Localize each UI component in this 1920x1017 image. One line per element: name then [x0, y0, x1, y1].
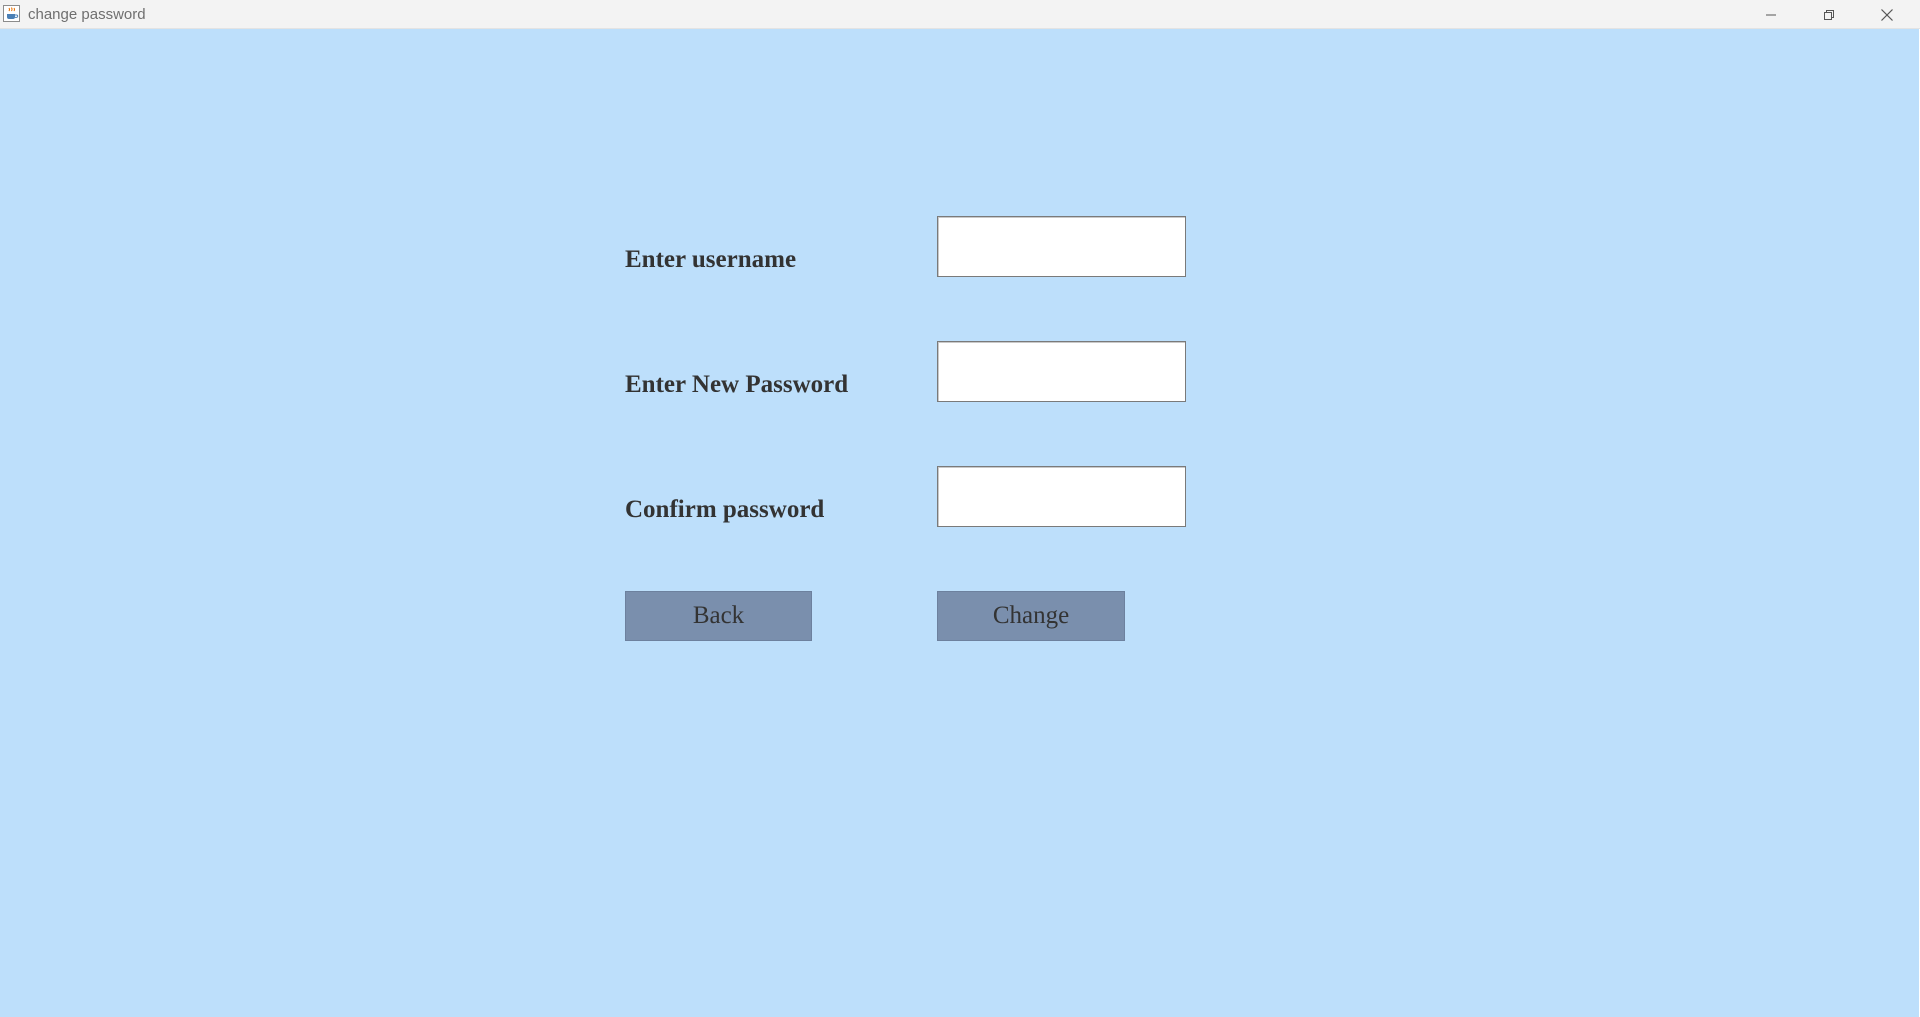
- close-icon: [1881, 8, 1893, 21]
- confirm-password-input[interactable]: [937, 466, 1186, 527]
- back-button[interactable]: Back: [625, 591, 812, 641]
- change-button[interactable]: Change: [937, 591, 1125, 641]
- restore-icon: [1824, 9, 1834, 20]
- java-cup-icon[interactable]: [3, 5, 20, 22]
- window-title: change password: [28, 6, 146, 23]
- username-input[interactable]: [937, 216, 1186, 277]
- username-label: Enter username: [625, 246, 797, 273]
- minimize-icon: [1766, 14, 1776, 15]
- app-window: change password Enter username Enter New…: [0, 0, 1920, 1017]
- confirm-password-label: Confirm password: [625, 496, 825, 523]
- new-password-input[interactable]: [937, 341, 1186, 402]
- title-bar[interactable]: change password: [0, 0, 1920, 29]
- new-password-label: Enter New Password: [625, 371, 849, 398]
- minimize-button[interactable]: [1742, 0, 1800, 29]
- close-button[interactable]: [1858, 0, 1916, 29]
- form-panel: Enter username Enter New Password Confir…: [0, 29, 1919, 1017]
- restore-button[interactable]: [1800, 0, 1858, 29]
